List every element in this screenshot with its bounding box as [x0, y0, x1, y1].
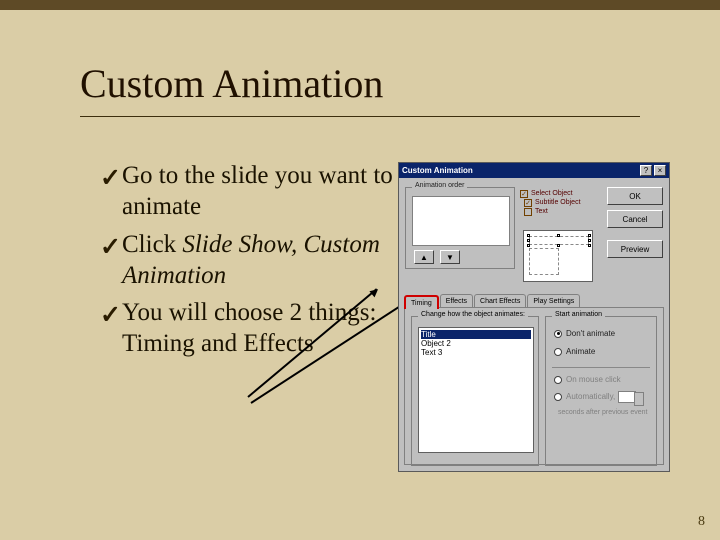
bullet-1-text: Go to the slide you want to animate — [122, 160, 400, 223]
slide: Custom Animation ✓ Go to the slide you w… — [0, 10, 720, 540]
radio-dont-animate[interactable]: Don't animate — [554, 329, 615, 338]
tab-pane-timing: Change how the object animates: Title Ob… — [404, 307, 664, 465]
separator — [552, 367, 650, 368]
checklist-item-2[interactable]: ✓ Subtitle Object — [524, 199, 598, 207]
animation-order-label: Animation order — [412, 182, 467, 189]
object-checklist: ✓ Select Object ✓ Subtitle Object Text — [520, 190, 598, 217]
help-button[interactable]: ? — [640, 165, 652, 176]
ok-button[interactable]: OK — [607, 187, 663, 205]
seconds-spinner[interactable] — [618, 391, 636, 403]
tab-strip: Timing Effects Chart Effects Play Settin… — [404, 294, 581, 308]
slide-top-band — [0, 0, 720, 10]
seconds-label: seconds after previous event — [558, 409, 648, 417]
tab-timing[interactable]: Timing — [404, 295, 439, 309]
checkbox-icon[interactable]: ✓ — [520, 190, 528, 198]
preview-button[interactable]: Preview — [607, 240, 663, 258]
tab-chart-effects[interactable]: Chart Effects — [474, 294, 526, 308]
cancel-button[interactable]: Cancel — [607, 210, 663, 228]
move-up-button[interactable]: ▲ — [414, 250, 434, 264]
checklist-label: Select Object — [531, 190, 573, 197]
radio-icon — [554, 348, 562, 356]
dialog-body: Animation order ▲ ▼ ✓ Select Object ✓ Su… — [399, 178, 669, 471]
check-icon: ✓ — [100, 160, 122, 223]
start-animation-label: Start animation — [552, 311, 605, 318]
slide-preview-thumb — [523, 230, 593, 282]
list-item[interactable]: Title — [421, 330, 531, 339]
radio-automatically[interactable]: Automatically, — [554, 392, 615, 401]
close-button[interactable]: × — [654, 165, 666, 176]
object-listbox[interactable]: Title Object 2 Text 3 — [418, 327, 534, 453]
page-number: 8 — [698, 514, 705, 530]
radio-animate[interactable]: Animate — [554, 347, 595, 356]
check-icon: ✓ — [100, 297, 122, 360]
checklist-item-3[interactable]: Text — [524, 208, 598, 216]
list-item[interactable]: Object 2 — [421, 339, 531, 348]
custom-animation-dialog: Custom Animation ? × Animation order ▲ ▼… — [398, 162, 670, 472]
bullet-2: ✓ Click Slide Show, Custom Animation — [100, 229, 400, 292]
bullet-2-pre: Click — [122, 231, 182, 258]
radio-label: Don't animate — [566, 329, 615, 338]
radio-label: On mouse click — [566, 375, 621, 384]
dialog-titlebar[interactable]: Custom Animation ? × — [399, 163, 669, 178]
checkbox-icon[interactable] — [524, 208, 532, 216]
radio-icon — [554, 376, 562, 384]
list-item[interactable]: Text 3 — [421, 348, 531, 357]
radio-icon — [554, 330, 562, 338]
bullet-2-text: Click Slide Show, Custom Animation — [122, 229, 400, 292]
object-list-group: Change how the object animates: Title Ob… — [411, 316, 539, 466]
radio-label: Automatically, — [566, 392, 615, 401]
check-icon: ✓ — [100, 229, 122, 292]
tab-effects[interactable]: Effects — [440, 294, 473, 308]
tab-play-settings[interactable]: Play Settings — [527, 294, 580, 308]
animation-order-list[interactable] — [412, 196, 510, 246]
radio-on-mouse-click[interactable]: On mouse click — [554, 375, 621, 384]
bullet-3-text: You will choose 2 things: Timing and Eff… — [122, 297, 400, 360]
checklist-label: Subtitle Object — [535, 199, 581, 206]
move-down-button[interactable]: ▼ — [440, 250, 460, 264]
dialog-title: Custom Animation — [402, 166, 638, 175]
start-animation-group: Start animation Don't animate Animate On… — [545, 316, 657, 466]
heading-underline — [80, 116, 640, 117]
slide-heading: Custom Animation — [80, 60, 383, 107]
checklist-label: Text — [535, 208, 548, 215]
checkbox-icon[interactable]: ✓ — [524, 199, 532, 207]
checklist-item-1[interactable]: ✓ Select Object — [520, 190, 598, 198]
radio-label: Animate — [566, 347, 595, 356]
bullet-1: ✓ Go to the slide you want to animate — [100, 160, 400, 223]
animation-order-group: Animation order ▲ ▼ — [405, 187, 515, 269]
radio-icon — [554, 393, 562, 401]
object-list-label: Change how the object animates: — [418, 311, 528, 318]
